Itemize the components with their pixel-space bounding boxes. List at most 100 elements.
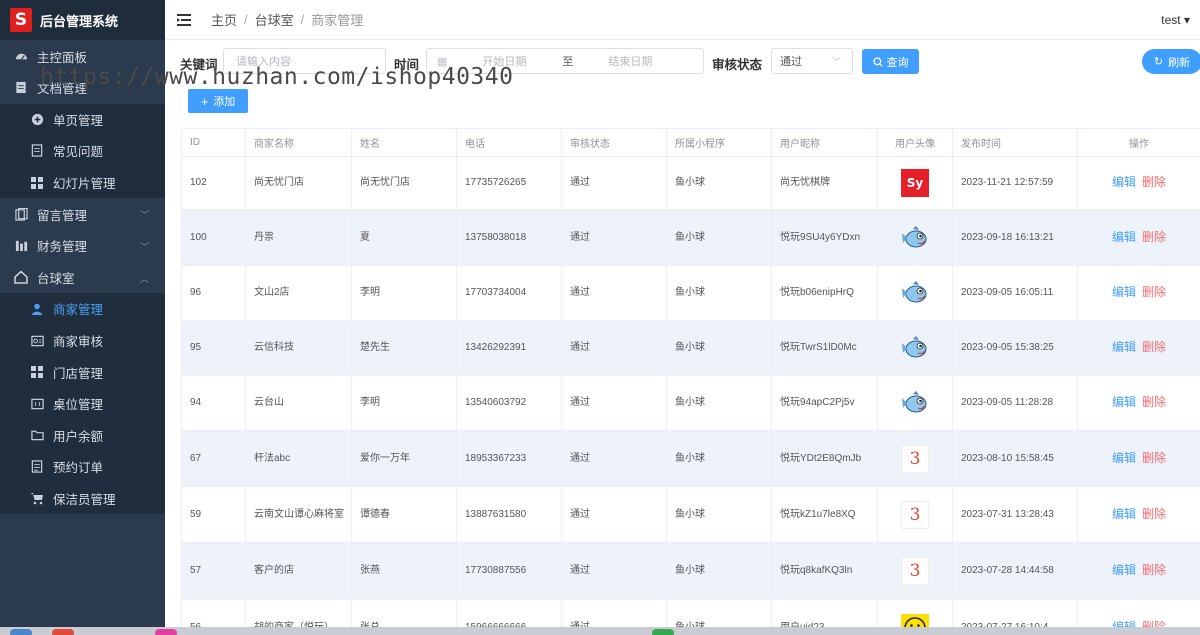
cell-app: 鱼小球 (666, 542, 772, 600)
status-select[interactable]: 通过 ﹀ (771, 48, 853, 74)
avatar: 3 (901, 557, 929, 585)
os-taskbar (0, 627, 1200, 635)
query-button[interactable]: 查询 (862, 49, 919, 74)
cell-time: 2023-08-10 15:58:45 (952, 430, 1078, 487)
sidebar-item-label: 商家管理 (53, 303, 104, 318)
top-header: 主页 / 台球室 / 商家管理 test ▾ (165, 0, 1200, 40)
cell-id: 94 (181, 375, 246, 431)
query-button-label: 查询 (886, 56, 909, 69)
sidebar-item-3-4[interactable]: 用户余额 (0, 419, 165, 452)
sidebar-group-2[interactable]: 财务管理 ﹀ (0, 230, 165, 262)
sidebar-item-label: 常见问题 (53, 145, 104, 160)
sidebar-item-3-6[interactable]: 保洁员管理 (0, 482, 165, 515)
edit-link[interactable]: 编辑 (1112, 285, 1136, 299)
taskbar-app-icon[interactable] (155, 629, 177, 635)
edit-link[interactable]: 编辑 (1112, 340, 1136, 354)
cell-actions: 编辑删除 (1077, 320, 1200, 376)
cell-name: 文山2店 (245, 265, 352, 321)
cell-phone: 13426292391 (456, 320, 562, 376)
cell-person: 李明 (351, 265, 457, 321)
cell-status: 通过 (561, 209, 667, 266)
cell-phone: 17735726265 (456, 156, 562, 210)
caret-down-icon: ▾ (1183, 13, 1190, 27)
cell-time: 2023-09-05 11:28:28 (952, 375, 1078, 431)
status-select-value: 通过 (780, 56, 802, 68)
edit-link[interactable]: 编辑 (1112, 451, 1136, 465)
edit-link[interactable]: 编辑 (1112, 507, 1136, 521)
avatar: 3 (901, 500, 929, 529)
cell-phone: 13887631580 (456, 486, 562, 543)
taskbar-start-icon[interactable] (10, 629, 32, 635)
cell-actions: 编辑删除 (1077, 375, 1200, 431)
cell-id: 102 (181, 156, 246, 210)
cell-phone: 17703734004 (456, 265, 562, 321)
menu-toggle-icon[interactable] (177, 13, 193, 27)
sidebar-group-3[interactable]: 台球室 ︿ (0, 262, 165, 294)
sidebar-item-3-2[interactable]: 门店管理 (0, 356, 165, 388)
cell-person: 夏 (351, 209, 457, 266)
brand-title: 后台管理系统 (40, 13, 119, 29)
sidebar-item-label: 幻灯片管理 (53, 177, 116, 192)
table-row: 96 文山2店 李明 17703734004 通过 鱼小球 悦玩b06enipHrQ 2023… (181, 265, 1200, 321)
taskbar-app-icon[interactable] (652, 629, 674, 635)
table-row: 67 杆法abc 爱你一万年 18953367233 通过 鱼小球 悦玩YDt2E8QmJb… (181, 430, 1200, 487)
table-row: 57 客户的店 张燕 17730887556 通过 鱼小球 悦玩q8kafKQ3ln 3 202… (181, 542, 1200, 600)
cell-nick: 悦玩TwrS1lD0Mc (771, 320, 878, 376)
chevron-down-icon: ﹀ (139, 241, 149, 252)
sidebar-item-3-5[interactable]: 预约订单 (0, 451, 165, 483)
refresh-button[interactable]: ↻ 刷新 (1142, 49, 1200, 74)
cell-status: 通过 (561, 320, 667, 376)
edit-link[interactable]: 编辑 (1112, 230, 1136, 244)
delete-link[interactable]: 删除 (1142, 175, 1166, 189)
sidebar-item-0-2[interactable]: 幻灯片管理 (0, 166, 165, 199)
cell-name: 云南文山谭心麻将室 (245, 486, 352, 543)
delete-link[interactable]: 删除 (1142, 285, 1166, 299)
delete-link[interactable]: 删除 (1142, 340, 1166, 354)
sidebar-item-3-0[interactable]: 商家管理 (0, 293, 165, 325)
cell-avatar: 3 (877, 486, 953, 543)
sidebar: S 后台管理系统 主控面板 文档管理 单页管理 常见问题 幻灯片管理 留言管理 ﹀ 财务管理 ﹀… (0, 0, 165, 635)
edit-link[interactable]: 编辑 (1112, 563, 1136, 577)
sidebar-item-label: 桌位管理 (53, 398, 104, 413)
cell-name: 丹祟 (245, 209, 352, 266)
cell-name: 云信科技 (245, 320, 352, 376)
folder-icon (30, 428, 44, 442)
cell-id: 95 (181, 320, 246, 376)
user-name: test (1161, 13, 1181, 27)
user-icon (30, 302, 44, 316)
cell-nick: 悦玩94apC2Pj5v (771, 375, 878, 431)
delete-link[interactable]: 删除 (1142, 507, 1166, 521)
sidebar-group-1[interactable]: 留言管理 ﹀ (0, 198, 165, 230)
user-menu[interactable]: test ▾ (1161, 13, 1190, 27)
edit-link[interactable]: 编辑 (1112, 395, 1136, 409)
status-label: 审核状态 (712, 58, 763, 72)
breadcrumb-home[interactable]: 主页 (211, 10, 237, 29)
cell-app: 鱼小球 (666, 320, 772, 376)
delete-link[interactable]: 删除 (1142, 451, 1166, 465)
sidebar-item-0-0[interactable]: 单页管理 (0, 103, 165, 136)
cell-status: 通过 (561, 430, 667, 487)
edit-link[interactable]: 编辑 (1112, 175, 1136, 189)
search-icon (872, 56, 883, 67)
delete-link[interactable]: 删除 (1142, 230, 1166, 244)
add-button[interactable]: + 添加 (188, 89, 248, 113)
cell-name: 杆法abc (245, 430, 352, 487)
range-separator: 至 (562, 56, 574, 68)
cell-app: 鱼小球 (666, 430, 772, 487)
breadcrumb-separator: / (244, 12, 248, 27)
sidebar-item-3-3[interactable]: 桌位管理 (0, 387, 165, 420)
breadcrumb-section[interactable]: 台球室 (255, 10, 294, 29)
delete-link[interactable]: 删除 (1142, 395, 1166, 409)
delete-link[interactable]: 删除 (1142, 563, 1166, 577)
taskbar-app-icon[interactable] (52, 629, 74, 635)
cell-id: 59 (181, 486, 246, 543)
sidebar-item-0-1[interactable]: 常见问题 (0, 135, 165, 167)
brand-logo: S (10, 8, 32, 32)
cell-actions: 编辑删除 (1077, 430, 1200, 487)
sidebar-item-3-1[interactable]: 商家审核 (0, 324, 165, 357)
cell-nick: 悦玩q8kafKQ3ln (771, 542, 878, 600)
column-header: 操作 (1077, 128, 1200, 157)
cell-person: 楚先生 (351, 320, 457, 376)
avatar (901, 334, 929, 362)
cell-actions: 编辑删除 (1077, 486, 1200, 543)
